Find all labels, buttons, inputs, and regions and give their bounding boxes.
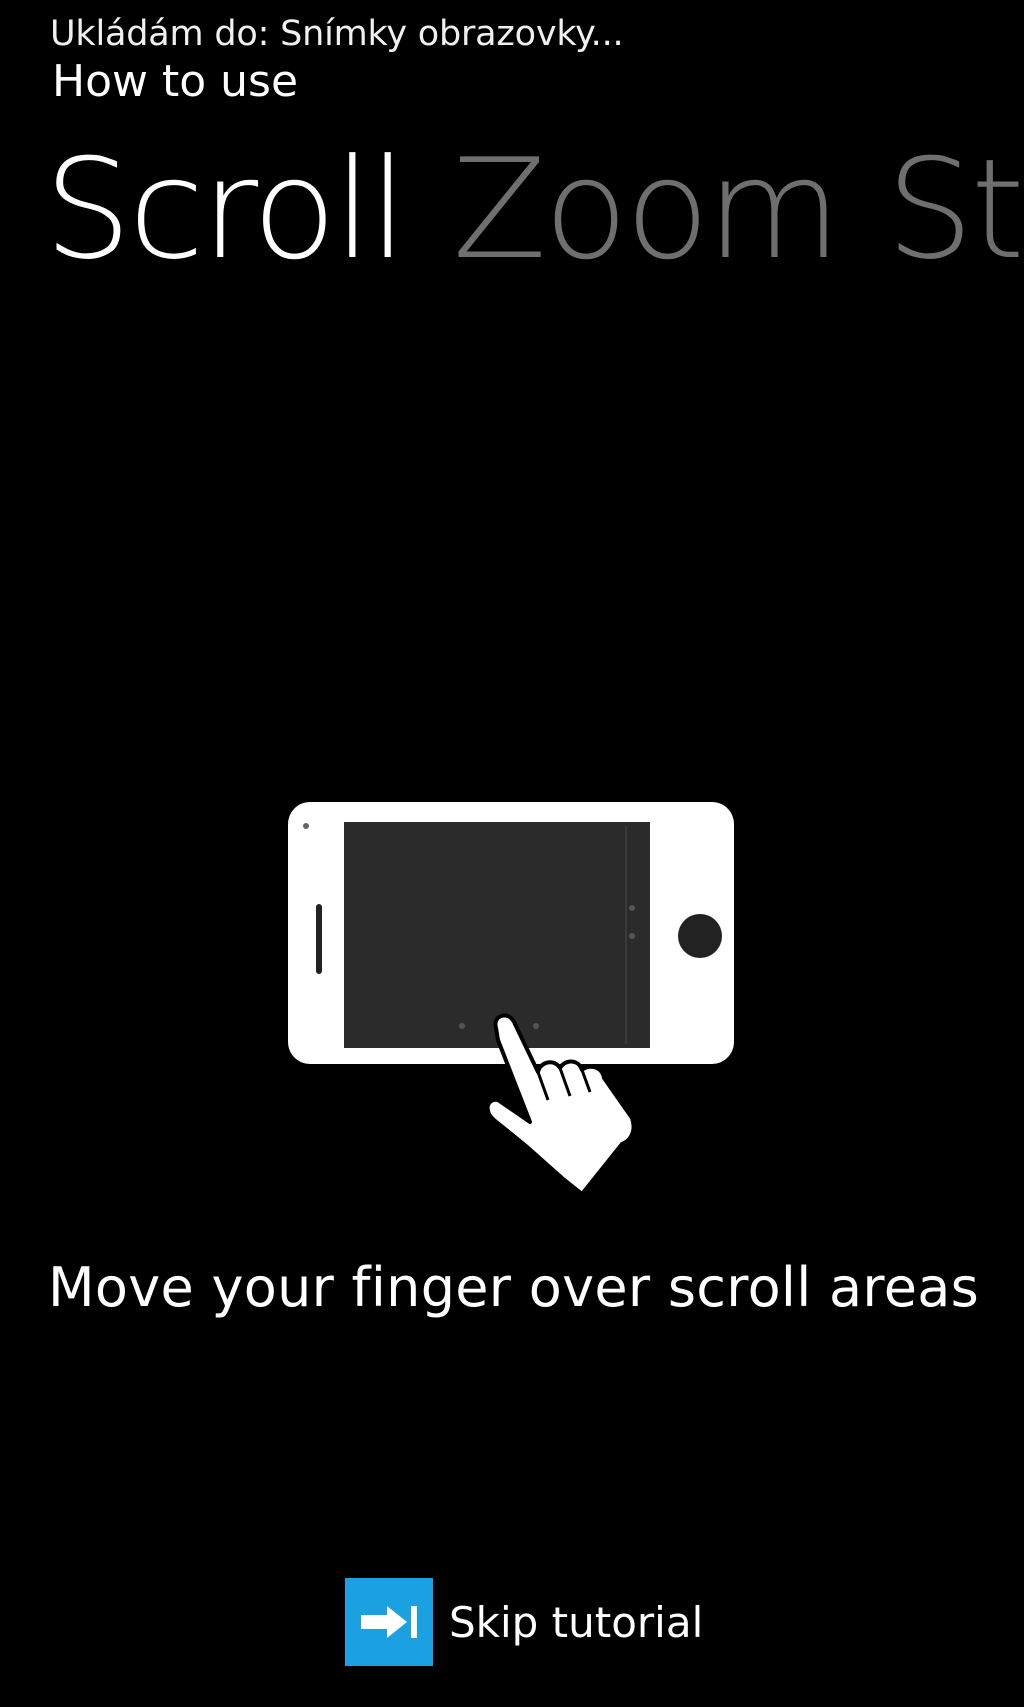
app-title: How to use (52, 56, 299, 102)
scroll-dot-down (629, 933, 635, 939)
scroll-dot-left (459, 1023, 465, 1029)
arrow-right-to-bar-glyph (361, 1606, 417, 1638)
phone-landscape-icon (288, 802, 734, 1196)
scroll-dot-up (629, 905, 635, 911)
skip-tutorial-button[interactable]: Skip tutorial (345, 1578, 703, 1666)
phone-camera (303, 823, 309, 829)
skip-tutorial-label[interactable]: Skip tutorial (449, 1598, 703, 1647)
pivot-header-zoom[interactable]: Zoom (452, 130, 841, 290)
pivot-header-st[interactable]: St (886, 130, 1024, 290)
pivot-header-scroll[interactable]: Scroll (44, 130, 407, 290)
pivot-headers: Scroll Zoom St (44, 130, 1024, 290)
phone-speaker (316, 904, 322, 974)
home-button (678, 914, 722, 958)
tutorial-illustration (286, 800, 746, 1220)
scroll-dot-right (533, 1023, 539, 1029)
tutorial-instruction: Move your finger over scroll areas (48, 1256, 980, 1319)
arrow-right-to-bar-icon[interactable] (345, 1578, 433, 1666)
phone-screen (344, 822, 650, 1048)
status-bar-text: Ukládám do: Snímky obrazovky... (50, 14, 624, 54)
